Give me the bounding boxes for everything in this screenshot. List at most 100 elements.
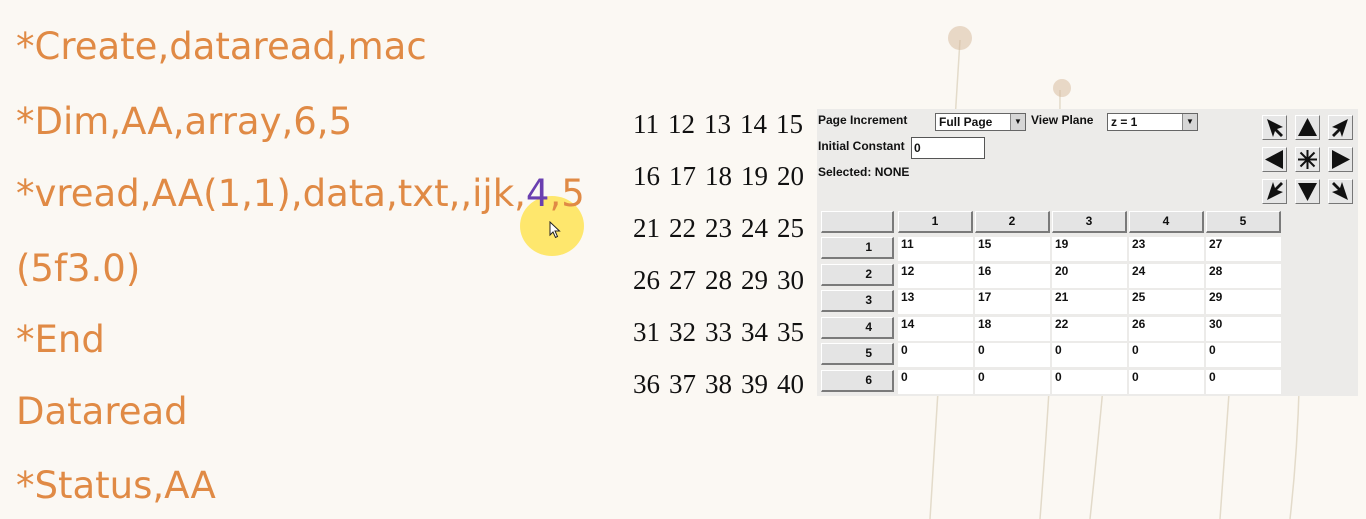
data-value: 31	[633, 317, 660, 347]
array-cell[interactable]: 25	[1129, 290, 1204, 314]
array-cell[interactable]: 15	[975, 237, 1050, 261]
row-header-button[interactable]: 2	[821, 263, 894, 286]
column-header-button[interactable]: 4	[1129, 211, 1204, 233]
array-cell[interactable]: 17	[975, 290, 1050, 314]
up-right-arrow-button[interactable]	[1328, 115, 1353, 140]
code-line: Dataread	[16, 390, 188, 433]
data-value: 32	[669, 317, 696, 347]
array-cell[interactable]: 26	[1129, 316, 1204, 341]
left-arrow-button[interactable]	[1262, 147, 1287, 172]
data-file-row: 26 27 28 29 30	[633, 260, 804, 312]
array-cell[interactable]: 0	[1129, 343, 1204, 367]
row-header-button[interactable]: 3	[821, 290, 894, 312]
data-value: 29	[741, 265, 768, 295]
data-value: 12	[668, 109, 695, 139]
array-cell[interactable]: 24	[1129, 263, 1204, 288]
array-cell[interactable]: 20	[1052, 263, 1127, 288]
page-increment-label: Page Increment	[818, 113, 908, 127]
row-header-button[interactable]: 5	[821, 343, 894, 365]
data-value: 25	[777, 213, 804, 243]
column-header-button[interactable]: 1	[898, 211, 973, 233]
array-cell[interactable]: 16	[975, 263, 1050, 288]
data-value: 36	[633, 369, 660, 399]
array-cell[interactable]: 18	[975, 316, 1050, 341]
up-arrow-icon	[1298, 118, 1317, 136]
array-cell[interactable]: 12	[898, 263, 973, 288]
up-right-arrow-icon	[1332, 119, 1348, 137]
data-value: 27	[669, 265, 696, 295]
array-cell[interactable]: 21	[1052, 290, 1127, 314]
array-cell[interactable]: 0	[1052, 343, 1127, 367]
down-right-arrow-button[interactable]	[1328, 179, 1353, 204]
down-arrow-button[interactable]	[1295, 179, 1320, 204]
row-header-button[interactable]: 4	[821, 316, 894, 339]
array-cell[interactable]: 30	[1206, 316, 1281, 341]
array-cell[interactable]: 19	[1052, 237, 1127, 261]
page-increment-value: Full Page	[939, 115, 993, 129]
array-cell[interactable]: 28	[1206, 263, 1281, 288]
mouse-cursor-icon	[549, 221, 561, 239]
array-cell[interactable]: 0	[1206, 369, 1281, 394]
code-line-vread-tail: ,5	[549, 172, 585, 215]
down-arrow-icon	[1298, 183, 1317, 201]
data-file-row: 11 12 13 14 15	[633, 104, 804, 156]
array-cell[interactable]: 14	[898, 316, 973, 341]
code-line-vread: *vread,AA(1,1),data,txt,,ijk,4,5	[16, 172, 585, 216]
initial-constant-input[interactable]: 0	[911, 137, 985, 159]
array-cell[interactable]: 0	[975, 343, 1050, 367]
array-cell[interactable]: 0	[898, 369, 973, 394]
data-value: 38	[705, 369, 732, 399]
dropdown-arrow-icon[interactable]: ▼	[1010, 114, 1025, 130]
up-arrow-button[interactable]	[1295, 115, 1320, 140]
code-line-vread-text: *vread,AA(1,1),data,txt,,ijk,	[16, 172, 526, 215]
code-highlight-value: 4	[525, 172, 550, 215]
data-value: 24	[741, 213, 768, 243]
array-cell[interactable]: 0	[1129, 369, 1204, 394]
row-header-button[interactable]: 1	[821, 237, 894, 259]
array-cell[interactable]: 23	[1129, 237, 1204, 261]
data-value: 13	[704, 109, 731, 139]
data-value: 19	[741, 161, 768, 191]
data-value: 34	[741, 317, 768, 347]
dropdown-arrow-icon[interactable]: ▼	[1182, 114, 1197, 130]
page-increment-select[interactable]: Full Page ▼	[935, 113, 1026, 131]
array-cell[interactable]: 0	[1052, 369, 1127, 394]
center-button[interactable]	[1295, 147, 1320, 172]
view-plane-select[interactable]: z = 1 ▼	[1107, 113, 1198, 131]
data-file-row: 31 32 33 34 35	[633, 312, 804, 364]
data-value: 37	[669, 369, 696, 399]
code-line: (5f3.0)	[16, 247, 141, 290]
column-header-button[interactable]: 2	[975, 211, 1050, 233]
array-cell[interactable]: 27	[1206, 237, 1281, 261]
column-header-button[interactable]: 5	[1206, 211, 1281, 233]
array-cell[interactable]: 0	[975, 369, 1050, 394]
data-value: 40	[777, 369, 804, 399]
up-left-arrow-button[interactable]	[1262, 115, 1287, 140]
array-cell[interactable]: 0	[1206, 343, 1281, 367]
code-line: *End	[16, 318, 105, 361]
initial-constant-label: Initial Constant	[818, 139, 905, 153]
row-header-button[interactable]: 6	[821, 369, 894, 392]
array-editor-dialog: Page Increment Full Page ▼ View Plane z …	[817, 109, 1358, 396]
down-left-arrow-button[interactable]	[1262, 179, 1287, 204]
data-value: 39	[741, 369, 768, 399]
array-cell[interactable]: 22	[1052, 316, 1127, 341]
code-line: *Dim,AA,array,6,5	[16, 100, 353, 143]
data-value: 23	[705, 213, 732, 243]
array-cell[interactable]: 29	[1206, 290, 1281, 314]
array-cell[interactable]: 13	[898, 290, 973, 314]
view-plane-label: View Plane	[1031, 113, 1094, 127]
data-file-row: 21 22 23 24 25	[633, 208, 804, 260]
data-value: 16	[633, 161, 660, 191]
data-file-contents: 11 12 13 14 15 16 17 18 19 20 21 22 23 24 25 26 27 28 29 30…	[633, 104, 804, 416]
column-header-button[interactable]: 3	[1052, 211, 1127, 233]
data-value: 26	[633, 265, 660, 295]
code-line: *Status,AA	[16, 464, 216, 507]
corner-header-button[interactable]	[821, 211, 894, 233]
right-arrow-button[interactable]	[1328, 147, 1353, 172]
data-value: 28	[705, 265, 732, 295]
array-cell[interactable]: 11	[898, 237, 973, 261]
array-cell[interactable]: 0	[898, 343, 973, 367]
data-value: 18	[705, 161, 732, 191]
data-value: 33	[705, 317, 732, 347]
